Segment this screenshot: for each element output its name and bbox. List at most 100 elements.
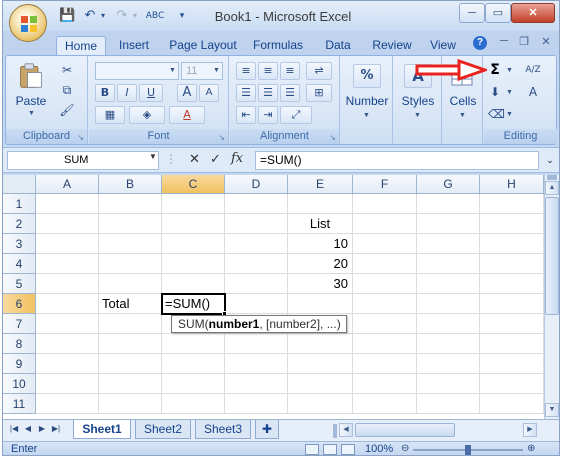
- cell-e9[interactable]: [288, 354, 353, 374]
- save-icon[interactable]: 💾: [59, 8, 75, 24]
- column-header-b[interactable]: B: [99, 175, 162, 194]
- row-header-11[interactable]: 11: [3, 394, 36, 414]
- cell-b3[interactable]: [99, 234, 162, 254]
- autosum-dropdown-icon[interactable]: ▼: [506, 67, 513, 74]
- align-top-button[interactable]: ≡: [236, 62, 256, 80]
- clear-icon[interactable]: ⌫: [488, 106, 505, 122]
- orientation-button[interactable]: ⤢: [280, 106, 312, 124]
- cell-a7[interactable]: [36, 314, 99, 334]
- cell-h3[interactable]: [480, 234, 544, 254]
- cell-c10[interactable]: [162, 374, 225, 394]
- cell-h9[interactable]: [480, 354, 544, 374]
- row-header-8[interactable]: 8: [3, 334, 36, 354]
- column-header-g[interactable]: G: [417, 175, 480, 194]
- cell-b1[interactable]: [99, 194, 162, 214]
- redo-dropdown-icon[interactable]: ▾: [131, 8, 139, 24]
- tab-review[interactable]: Review: [367, 36, 417, 55]
- row-header-2[interactable]: 2: [3, 214, 36, 234]
- tab-data[interactable]: Data: [319, 36, 357, 55]
- sheet-tab-sheet3[interactable]: Sheet3: [195, 420, 251, 439]
- cell-f9[interactable]: [353, 354, 417, 374]
- next-sheet-icon[interactable]: ▶: [37, 424, 47, 433]
- zoom-level[interactable]: 100%: [365, 443, 393, 455]
- row-header-9[interactable]: 9: [3, 354, 36, 374]
- cell-c5[interactable]: [162, 274, 225, 294]
- paste-button[interactable]: Paste ▼: [14, 62, 48, 122]
- zoom-slider-knob[interactable]: [465, 445, 471, 455]
- vertical-scroll-thumb[interactable]: [545, 197, 559, 315]
- insert-function-icon[interactable]: fx: [231, 151, 243, 166]
- cell-c11[interactable]: [162, 394, 225, 414]
- cell-e5[interactable]: 30: [288, 274, 353, 294]
- cell-d4[interactable]: [225, 254, 288, 274]
- find-select-icon[interactable]: A: [522, 84, 544, 100]
- cell-e11[interactable]: [288, 394, 353, 414]
- row-header-10[interactable]: 10: [3, 374, 36, 394]
- tab-home[interactable]: Home: [56, 36, 106, 55]
- clipboard-launcher-icon[interactable]: ↘: [77, 133, 84, 142]
- cell-g9[interactable]: [417, 354, 480, 374]
- borders-button[interactable]: ▦: [95, 106, 125, 124]
- cell-f5[interactable]: [353, 274, 417, 294]
- cell-b4[interactable]: [99, 254, 162, 274]
- cell-a8[interactable]: [36, 334, 99, 354]
- copy-icon[interactable]: ⧉: [58, 82, 76, 98]
- cell-f11[interactable]: [353, 394, 417, 414]
- cell-f4[interactable]: [353, 254, 417, 274]
- cell-g3[interactable]: [417, 234, 480, 254]
- formula-input[interactable]: =SUM(): [255, 151, 539, 170]
- scroll-right-icon[interactable]: ▶: [523, 423, 537, 437]
- cell-f2[interactable]: [353, 214, 417, 234]
- sheet-tab-sheet1[interactable]: Sheet1: [73, 420, 131, 439]
- cell-g11[interactable]: [417, 394, 480, 414]
- cell-d1[interactable]: [225, 194, 288, 214]
- increase-indent-button[interactable]: ⇥: [258, 106, 278, 124]
- scroll-left-icon[interactable]: ◀: [339, 423, 353, 437]
- scroll-down-icon[interactable]: ▼: [545, 403, 559, 417]
- shrink-font-button[interactable]: A: [199, 84, 219, 102]
- cell-h2[interactable]: [480, 214, 544, 234]
- column-header-a[interactable]: A: [36, 175, 99, 194]
- cell-c2[interactable]: [162, 214, 225, 234]
- cell-a5[interactable]: [36, 274, 99, 294]
- cell-e8[interactable]: [288, 334, 353, 354]
- cell-b2[interactable]: [99, 214, 162, 234]
- column-header-e[interactable]: E: [288, 175, 353, 194]
- tab-insert[interactable]: Insert: [111, 36, 157, 55]
- bold-button[interactable]: B: [95, 84, 115, 102]
- cell-c4[interactable]: [162, 254, 225, 274]
- cell-d11[interactable]: [225, 394, 288, 414]
- autosum-icon[interactable]: Σ: [488, 62, 502, 78]
- zoom-out-icon[interactable]: ⊖: [401, 443, 409, 454]
- cell-f1[interactable]: [353, 194, 417, 214]
- cell-g8[interactable]: [417, 334, 480, 354]
- help-icon[interactable]: ?: [473, 36, 487, 50]
- cell-g7[interactable]: [417, 314, 480, 334]
- cell-d3[interactable]: [225, 234, 288, 254]
- cell-b9[interactable]: [99, 354, 162, 374]
- cell-g4[interactable]: [417, 254, 480, 274]
- clear-dropdown-icon[interactable]: ▼: [506, 111, 513, 118]
- maximize-button[interactable]: ▭: [485, 3, 511, 23]
- cell-g10[interactable]: [417, 374, 480, 394]
- font-size-dropdown-icon[interactable]: ▼: [213, 67, 220, 74]
- italic-button[interactable]: I: [117, 84, 137, 102]
- cell-h6[interactable]: [480, 294, 544, 314]
- wrap-text-button[interactable]: ⇌: [306, 62, 332, 80]
- align-middle-button[interactable]: ≡: [258, 62, 278, 80]
- row-header-5[interactable]: 5: [3, 274, 36, 294]
- column-header-h[interactable]: H: [480, 175, 544, 194]
- column-header-d[interactable]: D: [225, 175, 288, 194]
- cell-g2[interactable]: [417, 214, 480, 234]
- cancel-entry-icon[interactable]: ✕: [189, 152, 200, 167]
- cell-c3[interactable]: [162, 234, 225, 254]
- cell-h8[interactable]: [480, 334, 544, 354]
- scroll-up-icon[interactable]: ▲: [545, 181, 559, 195]
- cell-a10[interactable]: [36, 374, 99, 394]
- cell-e4[interactable]: 20: [288, 254, 353, 274]
- font-name-dropdown-icon[interactable]: ▼: [169, 67, 176, 74]
- page-break-view-icon[interactable]: [341, 444, 355, 455]
- cell-b11[interactable]: [99, 394, 162, 414]
- align-left-button[interactable]: ☰: [236, 84, 256, 102]
- tab-split-box[interactable]: [333, 424, 337, 438]
